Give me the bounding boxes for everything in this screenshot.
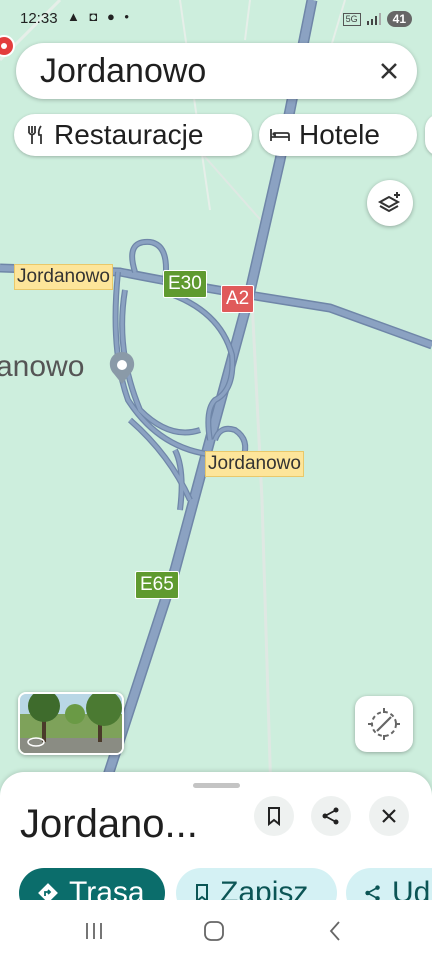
system-nav-bar [0, 900, 432, 960]
close-icon [382, 809, 396, 823]
signal-icon [366, 13, 381, 25]
place-label-jordanowo-south[interactable]: Jordanowo [205, 451, 304, 477]
road-shield-a2: A2 [221, 285, 255, 313]
network-type-badge: 5G [342, 12, 361, 26]
status-time: 12:33 [20, 10, 58, 27]
bookmark-button[interactable] [254, 796, 294, 836]
layers-button[interactable] [367, 180, 413, 226]
clear-search-icon[interactable] [375, 57, 403, 85]
bookmark-icon [268, 807, 280, 826]
chip-hotels-label: Hotele [299, 119, 380, 150]
road-shield-e65: E65 [135, 571, 179, 599]
close-sheet-button[interactable] [369, 796, 409, 836]
share-icon-button[interactable] [311, 796, 351, 836]
drag-handle[interactable] [193, 783, 240, 788]
battery-indicator: 41 [386, 11, 412, 27]
share-icon [322, 807, 339, 825]
back-icon[interactable] [324, 920, 348, 942]
street-view-thumbnail[interactable] [18, 692, 124, 755]
notification-icons: ▲ ◘ ● • [67, 9, 132, 24]
bed-icon [270, 129, 290, 141]
search-query[interactable]: Jordanowo [40, 52, 206, 91]
road-shield-e30: E30 [163, 270, 207, 298]
layers-icon [377, 192, 401, 213]
my-location-button[interactable] [355, 696, 413, 752]
maps-screen: anowo Jordanowo Jordanowo E30 A2 E65 12:… [0, 0, 432, 960]
place-title: Jordano... [20, 802, 198, 846]
status-bar: 12:33 ▲ ◘ ● • 5G 41 [0, 0, 432, 38]
place-label-jordanowo-west[interactable]: Jordanowo [14, 264, 113, 290]
chip-restaurants[interactable]: Restauracje [14, 114, 252, 156]
chip-hotels[interactable]: Hotele [259, 114, 417, 156]
search-bar[interactable]: Jordanowo [16, 43, 417, 99]
fork-knife-icon [28, 125, 42, 144]
map-city-label: anowo [0, 350, 85, 383]
street-view-image [20, 694, 122, 753]
chip-restaurants-label: Restauracje [54, 119, 204, 150]
home-icon[interactable] [202, 920, 226, 942]
recent-apps-icon[interactable] [82, 920, 106, 942]
location-off-icon [368, 708, 400, 740]
